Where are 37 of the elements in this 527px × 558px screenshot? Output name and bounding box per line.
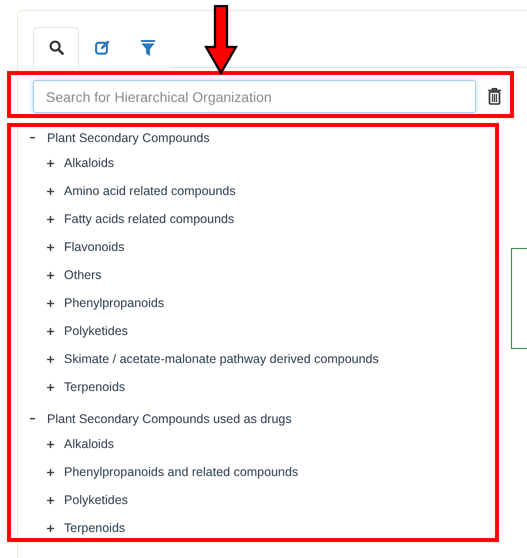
tab[interactable] xyxy=(33,27,79,68)
arrow-icon xyxy=(204,5,238,75)
trash-icon[interactable] xyxy=(488,88,501,105)
tree-item[interactable]: Phenylpropanoids and related compounds xyxy=(64,465,298,479)
plus-icon xyxy=(47,356,54,362)
tree-item[interactable]: Plant Secondary Compounds xyxy=(47,131,210,145)
plus-icon xyxy=(47,440,54,448)
plus-icon xyxy=(47,244,54,250)
plus-icon xyxy=(47,216,54,222)
tree-item[interactable]: Alkaloids xyxy=(64,437,114,451)
tree-item[interactable]: Polyketides xyxy=(64,493,128,507)
plus-icon xyxy=(47,328,54,334)
plus-icon xyxy=(47,524,54,532)
tree-item[interactable]: Plant Secondary Compounds used as drugs xyxy=(47,412,292,426)
tree-item[interactable]: Flavonoids xyxy=(64,240,124,254)
minus-icon xyxy=(30,418,35,420)
plus-icon xyxy=(47,188,54,194)
minus-icon xyxy=(30,137,35,139)
tree-item[interactable]: Phenylpropanoids xyxy=(64,296,164,310)
plus-icon xyxy=(47,496,54,504)
filter-icon xyxy=(141,40,155,56)
plus-icon xyxy=(47,160,54,166)
plus-icon xyxy=(47,384,54,390)
plus-icon xyxy=(47,468,54,476)
tree-item[interactable]: Terpenoids xyxy=(64,380,126,394)
tree-item[interactable]: Amino acid related compounds xyxy=(64,184,236,198)
plus-icon xyxy=(47,272,54,278)
edit-icon xyxy=(94,40,110,55)
search-field[interactable]: Search for Hierarchical Organization xyxy=(33,80,476,113)
tree-item[interactable]: Others xyxy=(64,268,102,282)
tree-item[interactable]: Fatty acids related compounds xyxy=(64,212,234,226)
tree-item[interactable]: Alkaloids xyxy=(64,156,114,170)
plus-icon xyxy=(47,300,54,306)
tree-item[interactable]: Terpenoids xyxy=(64,521,126,535)
tree-item[interactable]: Skimate / acetate-malonate pathway derived compounds xyxy=(64,352,379,366)
tree-item[interactable]: Polyketides xyxy=(64,324,128,338)
search-icon xyxy=(48,40,64,55)
